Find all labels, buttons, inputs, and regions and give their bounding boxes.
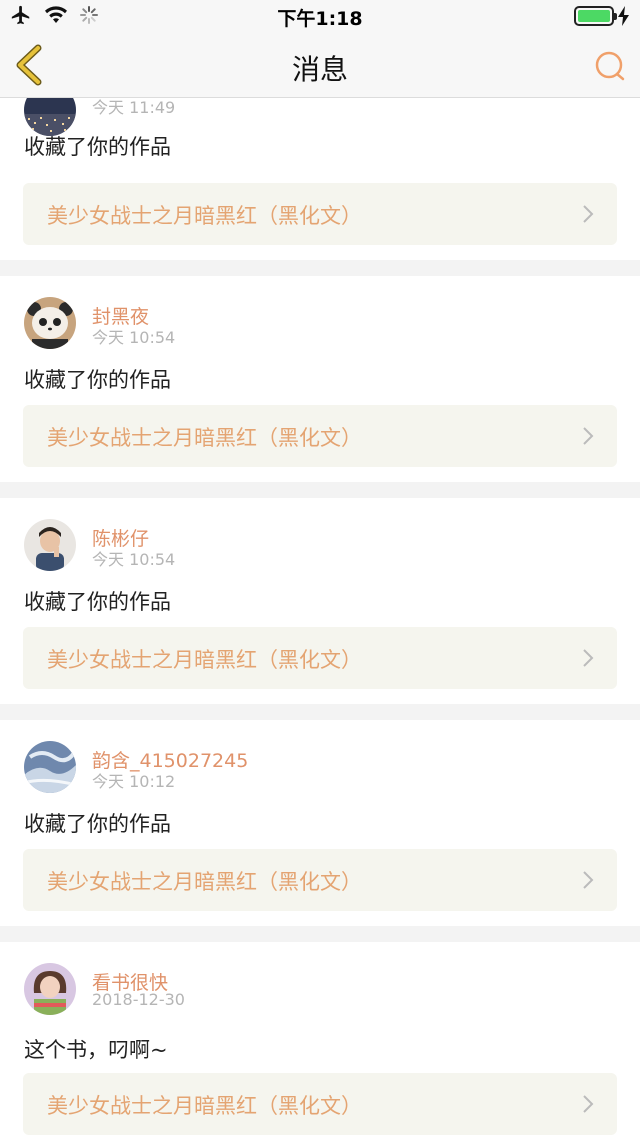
- page-title: 消息: [291, 53, 348, 86]
- work-title: 美少女战士之月暗黑红（黑化文）: [47, 204, 362, 228]
- panda-avatar: [24, 297, 76, 349]
- girl-photo-avatar: [24, 963, 76, 1015]
- status-time: 下午1:18: [277, 8, 363, 30]
- message-item[interactable]: 陈彬仔 今天 10:54 收藏了你的作品 美少女战士之月暗黑红（黑化文）: [0, 498, 640, 704]
- chevron-right-icon: [583, 649, 594, 667]
- work-title: 美少女战士之月暗黑红（黑化文）: [47, 870, 362, 894]
- chevron-right-icon: [583, 427, 594, 445]
- divider: [0, 704, 640, 720]
- status-bar: 下午1:18: [0, 0, 640, 32]
- divider: [0, 260, 640, 276]
- message-time: 今天 10:54: [92, 328, 176, 347]
- battery-level: [578, 10, 610, 22]
- message-text: 收藏了你的作品: [24, 135, 171, 159]
- message-item[interactable]: 看书很快 2018-12-30 这个书，叼啊~ 美少女战士之月暗黑红（黑化文）: [0, 942, 640, 1138]
- divider: [0, 482, 640, 498]
- message-time: 今天 11:49: [92, 98, 176, 117]
- work-link[interactable]: 美少女战士之月暗黑红（黑化文）: [23, 849, 617, 911]
- avatar[interactable]: [24, 741, 76, 793]
- work-title: 美少女战士之月暗黑红（黑化文）: [47, 426, 362, 450]
- chevron-right-icon: [583, 205, 594, 223]
- message-text: 这个书，叼啊~: [24, 1038, 168, 1062]
- message-time: 今天 10:54: [92, 550, 176, 569]
- chevron-right-icon: [583, 1095, 594, 1113]
- avatar[interactable]: [24, 297, 76, 349]
- message-time: 2018-12-30: [92, 990, 185, 1009]
- work-link[interactable]: 美少女战士之月暗黑红（黑化文）: [23, 405, 617, 467]
- work-title: 美少女战士之月暗黑红（黑化文）: [47, 648, 362, 672]
- message-text: 收藏了你的作品: [24, 812, 171, 836]
- message-item[interactable]: 韵含_415027245 今天 10:12 收藏了你的作品 美少女战士之月暗黑红…: [0, 720, 640, 926]
- work-link[interactable]: 美少女战士之月暗黑红（黑化文）: [23, 183, 617, 245]
- sky-clouds-avatar: [24, 741, 76, 793]
- divider: [0, 926, 640, 942]
- person-photo-avatar: [24, 519, 76, 571]
- message-item[interactable]: 封黑夜 今天 10:54 收藏了你的作品 美少女战士之月暗黑红（黑化文）: [0, 276, 640, 482]
- avatar[interactable]: [24, 519, 76, 571]
- message-text: 收藏了你的作品: [24, 368, 171, 392]
- work-link[interactable]: 美少女战士之月暗黑红（黑化文）: [23, 1073, 617, 1135]
- work-title: 美少女战士之月暗黑红（黑化文）: [47, 1094, 362, 1118]
- nav-bar: 消息: [0, 32, 640, 98]
- avatar[interactable]: [24, 963, 76, 1015]
- battery-icon: [574, 6, 617, 26]
- chevron-right-icon: [583, 871, 594, 889]
- charging-bolt-icon: [618, 6, 629, 26]
- message-text: 收藏了你的作品: [24, 590, 171, 614]
- message-item[interactable]: jiangwei 今天 11:49 收藏了你的作品 美少女战士之月暗黑红（黑化文…: [0, 98, 640, 260]
- work-link[interactable]: 美少女战士之月暗黑红（黑化文）: [23, 627, 617, 689]
- message-time: 今天 10:12: [92, 772, 176, 791]
- status-right: [574, 6, 630, 26]
- message-list[interactable]: jiangwei 今天 11:49 收藏了你的作品 美少女战士之月暗黑红（黑化文…: [0, 98, 640, 1138]
- search-icon[interactable]: [592, 48, 628, 84]
